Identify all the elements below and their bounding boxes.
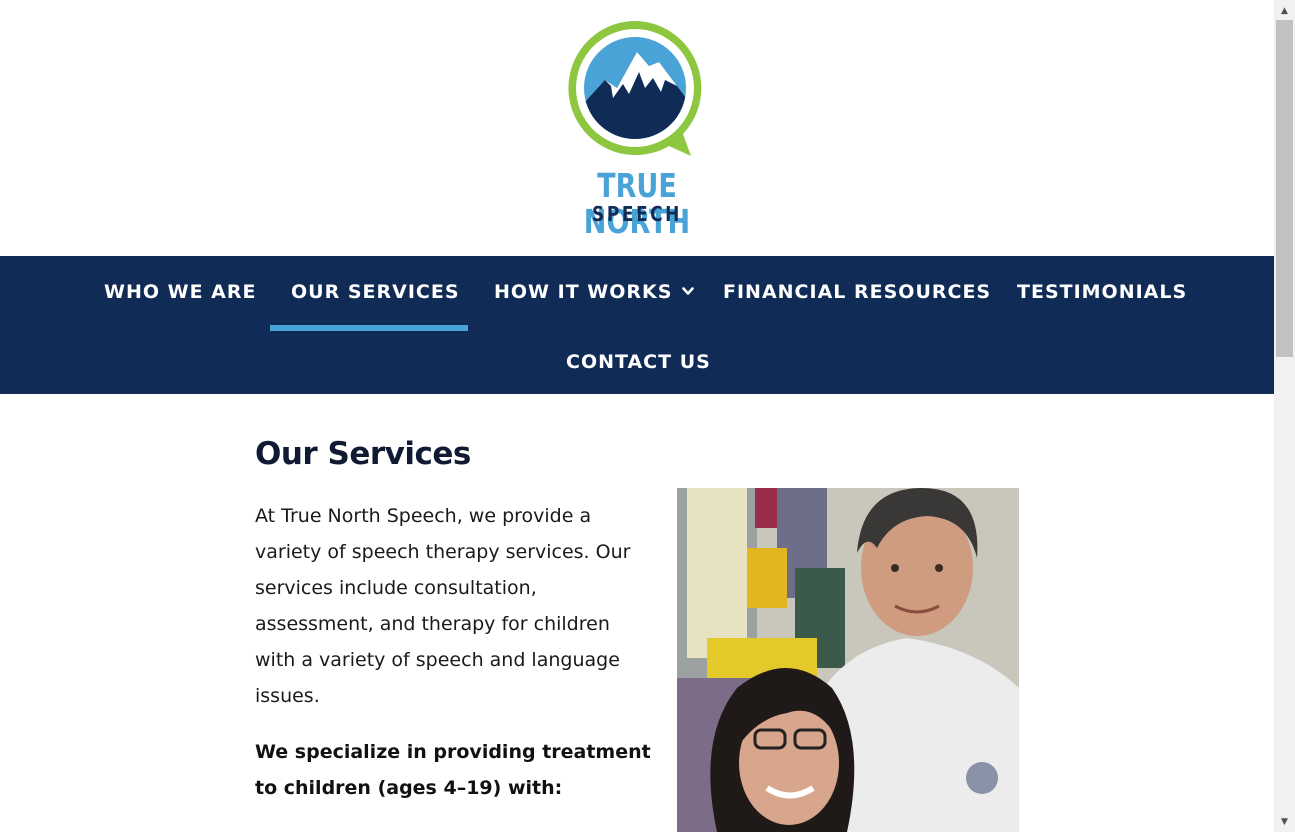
- page-title: Our Services: [255, 436, 471, 472]
- nav-item-financial-resources[interactable]: FINANCIAL RESOURCES: [723, 281, 991, 303]
- chevron-down-icon[interactable]: [682, 284, 695, 300]
- vertical-scrollbar[interactable]: ▲ ▼: [1274, 0, 1295, 832]
- mountain-speech-bubble-logo-icon: [568, 21, 702, 156]
- scroll-up-arrow-icon[interactable]: ▲: [1274, 0, 1295, 20]
- active-nav-indicator: [270, 325, 468, 331]
- page: TRUE NORTH SPEECH WHO WE ARE OUR SERVICE…: [0, 0, 1274, 832]
- main-navigation: WHO WE ARE OUR SERVICES HOW IT WORKS FIN…: [0, 256, 1274, 394]
- nav-item-who-we-are[interactable]: WHO WE ARE: [104, 281, 257, 303]
- nav-item-label: FINANCIAL RESOURCES: [723, 281, 992, 303]
- services-intro-text: At True North Speech, we provide a varie…: [255, 505, 631, 707]
- nav-item-how-it-works[interactable]: HOW IT WORKS: [494, 281, 695, 303]
- nav-item-label: OUR SERVICES: [291, 281, 460, 303]
- nav-item-label: TESTIMONIALS: [1017, 281, 1188, 303]
- logo-wordmark-speech: SPEECH: [592, 202, 682, 226]
- nav-item-label: CONTACT US: [566, 351, 711, 373]
- site-logo[interactable]: TRUE NORTH SPEECH: [537, 18, 737, 240]
- nav-item-label: HOW IT WORKS: [494, 281, 673, 303]
- scroll-down-arrow-icon[interactable]: ▼: [1274, 812, 1295, 832]
- specialize-heading: We specialize in providing treatment to …: [255, 741, 651, 799]
- scrollbar-thumb[interactable]: [1276, 20, 1293, 357]
- nav-item-contact-us[interactable]: CONTACT US: [566, 351, 711, 373]
- nav-item-label: WHO WE ARE: [104, 281, 257, 303]
- site-header: TRUE NORTH SPEECH: [0, 0, 1274, 256]
- nav-item-testimonials[interactable]: TESTIMONIALS: [1017, 281, 1187, 303]
- services-photo: [677, 488, 1019, 832]
- nav-item-our-services[interactable]: OUR SERVICES: [291, 281, 460, 303]
